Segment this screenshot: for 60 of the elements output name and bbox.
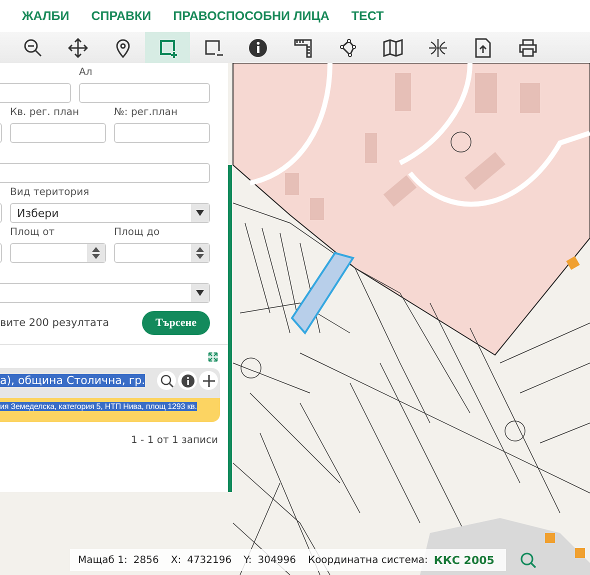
search-button[interactable]: [157, 371, 176, 390]
result-title: а), община Столична, гр.: [0, 374, 146, 387]
move-arrows-icon: [68, 38, 88, 58]
map-marker: [575, 548, 585, 558]
nav-link[interactable]: ТЕСТ: [351, 9, 384, 23]
pagination-text: 1 - 1 от 1 записи: [130, 435, 218, 446]
info-icon: [248, 38, 268, 58]
field-label: Вид територия: [10, 187, 90, 198]
print-icon: [518, 38, 538, 58]
info-icon: [180, 374, 194, 388]
rectangle-plus-icon: [158, 38, 178, 58]
ruler-corner-icon: [292, 38, 312, 58]
search-button[interactable]: Търсене: [142, 311, 210, 335]
nav-link[interactable]: ЖАЛБИ: [22, 9, 70, 23]
map-circle: [450, 132, 472, 152]
input-field[interactable]: [79, 83, 210, 103]
y-label: Y:: [244, 554, 252, 566]
caret-icon: [196, 210, 204, 216]
search-icon: [520, 552, 536, 568]
crosshair-curves-icon: [428, 38, 448, 58]
field-label: Ал: [79, 67, 94, 78]
plus-button[interactable]: [199, 371, 218, 390]
zoom-out-icon: [22, 38, 42, 58]
field-label: Площ до: [114, 227, 161, 238]
map-marker: [545, 533, 555, 543]
plus-icon: [202, 374, 216, 388]
expand-icon[interactable]: [208, 352, 218, 362]
search-icon: [160, 374, 174, 388]
field-label: №: рег.план: [114, 107, 178, 118]
dropdown-field[interactable]: Избери: [10, 203, 210, 223]
panel-resize-handle[interactable]: [228, 165, 232, 492]
field-label: Площ от: [10, 227, 56, 238]
spinner-arrows-icon: [196, 247, 204, 259]
folded-map-icon: [382, 38, 402, 58]
x-coordinate: 4732196: [187, 554, 232, 566]
caret-icon: [196, 290, 204, 296]
file-upload-icon: [472, 38, 492, 58]
spinner-arrows-icon: [92, 247, 100, 259]
number-field[interactable]: [10, 243, 106, 263]
map-marker: [566, 256, 580, 270]
coordinate-system-label: Координатна система:: [308, 554, 428, 566]
map-circle: [240, 358, 262, 378]
field-label: Кв. рег. план: [10, 107, 80, 118]
nav-link[interactable]: СПРАВКИ: [91, 9, 152, 23]
map-circle: [504, 420, 526, 442]
number-field[interactable]: [114, 243, 210, 263]
result-details: ия Земеделска, категория 5, НТП Нива, площ 1293 кв.: [0, 402, 197, 410]
scale-value: 2856: [133, 554, 159, 566]
y-coordinate: 304996: [258, 554, 296, 566]
rectangle-minus-icon: [202, 38, 222, 58]
scale-label: Мащаб 1:: [78, 554, 128, 566]
input-field[interactable]: [114, 123, 210, 143]
result-card-header[interactable]: а), община Столична, гр.: [0, 368, 220, 398]
result-limit-note: вите 200 резултата: [0, 317, 110, 329]
input-field[interactable]: [10, 123, 106, 143]
nav-link[interactable]: ПРАВОСПОСОБНИ ЛИЦА: [173, 9, 330, 23]
info-button[interactable]: [178, 371, 197, 390]
polygon-icon: [338, 38, 358, 58]
coordinate-system-dropdown[interactable]: ККС 2005: [434, 554, 494, 566]
x-label: X:: [170, 554, 182, 566]
